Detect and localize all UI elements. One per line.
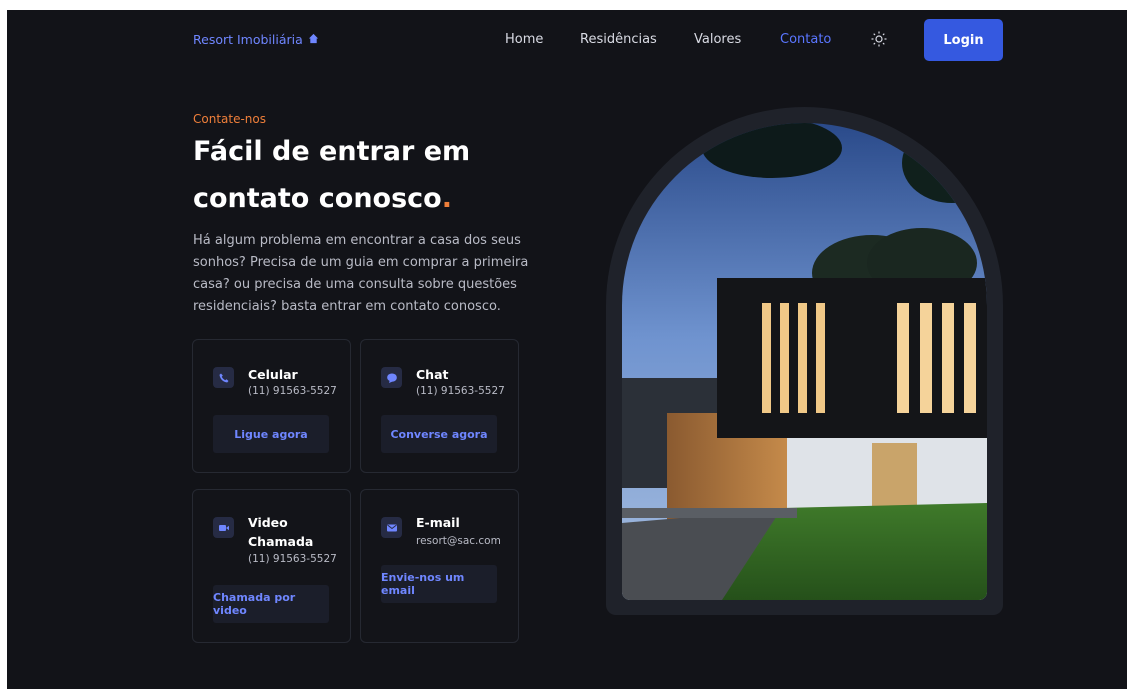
card-value: (11) 91563-5527	[248, 553, 337, 565]
section-eyebrow: Contate-nos	[193, 112, 267, 126]
login-button[interactable]: Login	[924, 19, 1003, 61]
page: Resort Imobiliária Home Residências Valo…	[7, 10, 1127, 689]
contact-card-email: E-mail resort@sac.com Envie-nos um email	[360, 489, 519, 643]
card-value: (11) 91563-5527	[416, 385, 505, 397]
nav-contato[interactable]: Contato	[780, 32, 831, 47]
video-icon	[213, 517, 234, 538]
contact-card-video: Video Chamada (11) 91563-5527 Chamada po…	[192, 489, 351, 643]
nav-residencias[interactable]: Residências	[580, 32, 657, 47]
nav-home[interactable]: Home	[505, 32, 543, 47]
chat-icon	[381, 367, 402, 388]
logo-text: Resort Imobiliária	[193, 32, 303, 47]
card-title: Celular	[248, 367, 298, 382]
video-call-button[interactable]: Chamada por video	[213, 585, 329, 623]
card-title: Chat	[416, 367, 449, 382]
contact-card-phone: Celular (11) 91563-5527 Ligue agora	[192, 339, 351, 473]
email-button[interactable]: Envie-nos um email	[381, 565, 497, 603]
card-title-line-2: Chamada	[248, 534, 314, 549]
card-title: Video Chamada	[248, 513, 313, 551]
phone-icon	[213, 367, 234, 388]
nav-valores[interactable]: Valores	[694, 32, 741, 47]
card-title: E-mail	[416, 515, 460, 530]
mail-icon	[381, 517, 402, 538]
title-line-1: Fácil de entrar em	[193, 136, 471, 167]
page-title: Fácil de entrar em contato conosco.	[193, 128, 553, 222]
house-image	[622, 123, 987, 600]
contact-card-chat: Chat (11) 91563-5527 Converse agora	[360, 339, 519, 473]
card-value: resort@sac.com	[416, 535, 501, 547]
chat-now-button[interactable]: Converse agora	[381, 415, 497, 453]
title-line-2: contato conosco.	[193, 175, 553, 222]
description: Há algum problema em encontrar a casa do…	[193, 233, 529, 314]
home-icon	[308, 32, 319, 47]
title-text: contato conosco	[193, 183, 442, 214]
theme-toggle-sun-icon[interactable]	[869, 29, 889, 49]
logo[interactable]: Resort Imobiliária	[193, 32, 319, 47]
call-now-button[interactable]: Ligue agora	[213, 415, 329, 453]
card-title-line-1: Video	[248, 515, 288, 530]
card-value: (11) 91563-5527	[248, 385, 337, 397]
title-dot: .	[441, 183, 452, 214]
